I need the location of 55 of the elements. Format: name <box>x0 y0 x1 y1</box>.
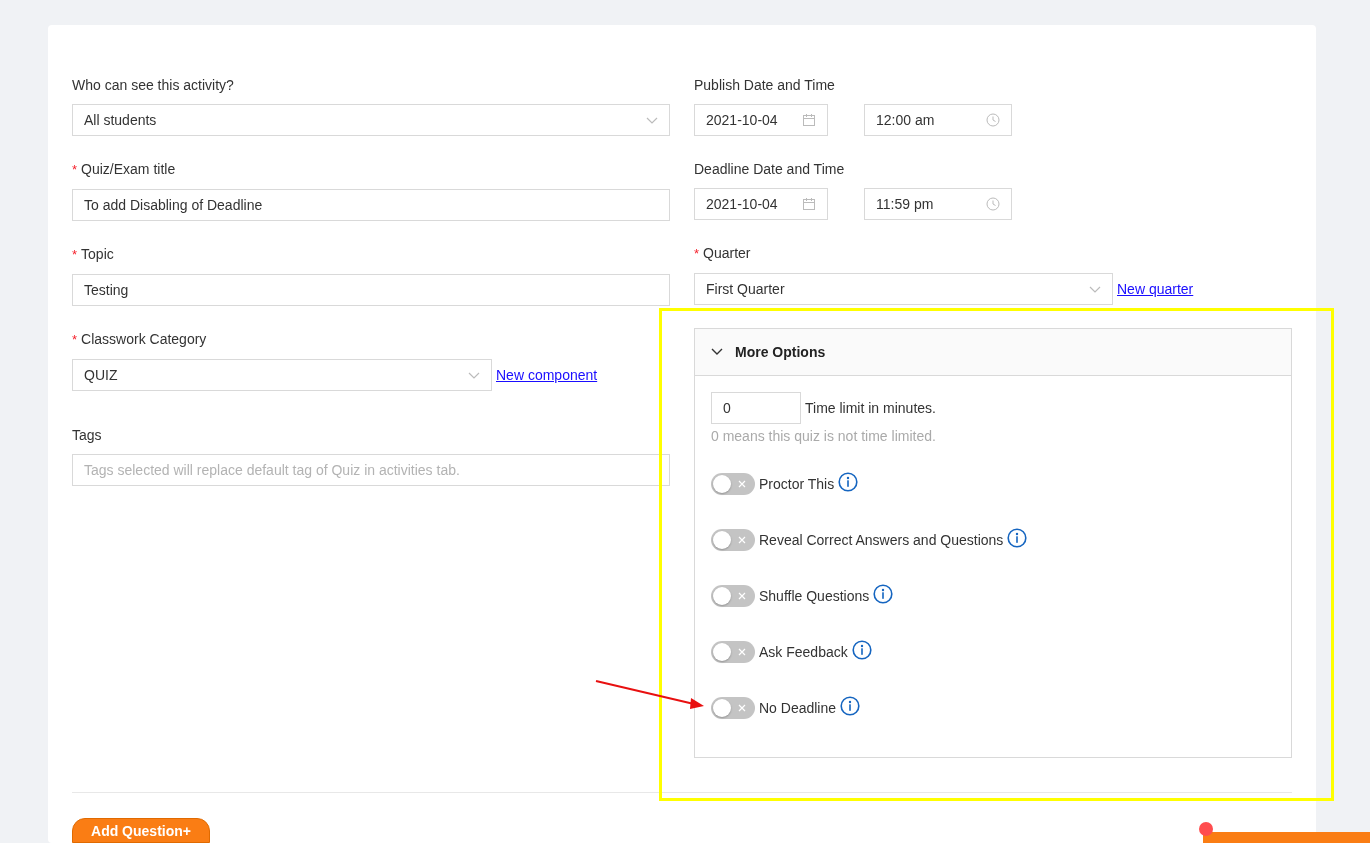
caret-icon <box>646 116 658 124</box>
clock-icon <box>986 113 1000 127</box>
time-limit-label: Time limit in minutes. <box>805 400 936 416</box>
required-asterisk: * <box>72 332 78 347</box>
toggle-switch[interactable] <box>711 585 755 607</box>
time-field[interactable]: 11:59 pm <box>864 188 1012 220</box>
toggle-switch[interactable] <box>711 473 755 495</box>
date-field[interactable]: 2021-10-04 <box>694 104 828 136</box>
date-field[interactable]: 2021-10-04 <box>694 188 828 220</box>
panel-title: More Options <box>735 344 826 360</box>
field-label: Classwork Category <box>81 331 207 347</box>
toggle-switch[interactable] <box>711 529 755 551</box>
required-asterisk: * <box>72 247 78 262</box>
hint-text: 0 means this quiz is not time limited. <box>711 427 937 445</box>
toggle-switch[interactable] <box>711 641 755 663</box>
field-label: Who can see this activity? <box>72 77 234 93</box>
field-label: Topic <box>81 246 114 262</box>
x-icon <box>738 704 746 712</box>
info-icon <box>873 584 894 604</box>
link[interactable]: New quarter <box>1117 281 1194 297</box>
caret-icon <box>1089 285 1101 293</box>
field-label: Quarter <box>703 245 751 261</box>
field-label: Tags <box>72 427 102 443</box>
info-icon <box>838 472 859 492</box>
link[interactable]: New component <box>496 367 598 383</box>
toggle-label: Shuffle Questions <box>759 588 870 604</box>
info-icon <box>840 696 861 716</box>
toggle-label: Ask Feedback <box>759 644 848 660</box>
dropdown[interactable]: QUIZ <box>72 359 492 391</box>
dropdown[interactable]: All students <box>72 104 670 136</box>
calendar-icon <box>802 113 816 127</box>
dropdown[interactable]: First Quarter <box>694 273 1113 305</box>
x-icon <box>738 592 746 600</box>
required-asterisk: * <box>694 246 700 261</box>
field-label: Deadline Date and Time <box>694 161 845 177</box>
field-label: Quiz/Exam title <box>81 161 176 177</box>
x-icon <box>738 648 746 656</box>
caret-icon <box>468 371 480 379</box>
panel-header[interactable]: More Options <box>695 329 1291 376</box>
input-field[interactable]: Testing <box>72 274 670 306</box>
time-field[interactable]: 12:00 am <box>864 104 1012 136</box>
required-asterisk: * <box>72 162 78 177</box>
calendar-icon <box>802 197 816 211</box>
field-label: Publish Date and Time <box>694 77 835 93</box>
info-icon <box>1007 528 1028 548</box>
x-icon <box>738 480 746 488</box>
input-field[interactable]: To add Disabling of Deadline <box>72 189 670 221</box>
clock-icon <box>986 197 1000 211</box>
toggle-label: No Deadline <box>759 700 837 716</box>
toggle-switch[interactable] <box>711 697 755 719</box>
toggle-label: Reveal Correct Answers and Questions <box>759 532 1004 548</box>
info-icon <box>851 640 872 660</box>
time-limit-field[interactable]: 0 <box>711 392 801 424</box>
toggle-label: Proctor This <box>759 476 835 492</box>
x-icon <box>738 536 746 544</box>
